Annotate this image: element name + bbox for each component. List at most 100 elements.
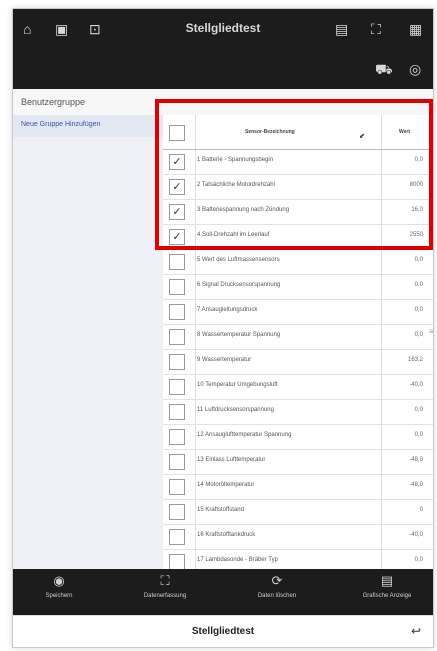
sensor-value: -40,0 xyxy=(409,382,423,388)
table-row[interactable]: ✓ 1 Batterie - Spannungsbegin 0,0 xyxy=(163,149,433,175)
sensor-value: 0,0 xyxy=(414,332,423,338)
refresh-icon: ⟳ xyxy=(271,573,283,588)
table-row[interactable]: ✓ 2 Tatsächliche Motordrehzahl 8000 xyxy=(163,174,433,200)
sensor-value: 0,0 xyxy=(414,257,423,263)
sensor-value: 0,0 xyxy=(414,407,423,413)
scroll-handle[interactable]: ≡ xyxy=(429,327,433,336)
sensor-value: 0,0 xyxy=(414,282,423,288)
table-row[interactable]: 9 Wassertemperatur 163,2 xyxy=(163,349,433,375)
sensor-name: 7 Ansaugleitungsdruck xyxy=(197,307,258,313)
bottom-action-bar: ◉ Speichern ⛶ Datenerfassung ⟳ Daten lös… xyxy=(13,569,433,615)
row-checkbox[interactable]: ✓ xyxy=(169,154,185,170)
sensor-value: 2550 xyxy=(409,232,423,238)
sensor-value: 0,0 xyxy=(414,157,423,163)
sensor-value: 0,0 xyxy=(414,432,423,438)
column-header-value[interactable]: Wert xyxy=(399,129,410,135)
sensor-value: 163,2 xyxy=(407,357,423,363)
row-checkbox[interactable] xyxy=(169,454,185,470)
row-checkbox[interactable] xyxy=(169,254,185,270)
window-title: Stellgliedtest xyxy=(185,21,261,35)
capture-icon: ⛶ xyxy=(160,573,170,588)
sensor-name: 1 Batterie - Spannungsbegin xyxy=(197,157,274,163)
sensor-name: 16 Kraftstofftankdruck xyxy=(197,532,256,538)
row-checkbox[interactable] xyxy=(169,379,185,395)
sensor-value: -40,0 xyxy=(409,532,423,538)
back-icon[interactable]: ↩ xyxy=(411,624,421,638)
sensor-value: -48,0 xyxy=(409,457,423,463)
table-row[interactable]: 10 Temperatur Umgebungsluft -40,0 xyxy=(163,374,433,400)
chevron-down-icon[interactable]: ⌄ xyxy=(415,95,423,106)
graph-view-button-label: Grafische Anzeige xyxy=(362,593,412,599)
table-row[interactable]: 8 Wassertemperatur Spannung 0,0 xyxy=(163,324,433,350)
steering-wheel-icon[interactable]: ◎ xyxy=(409,61,421,78)
sensor-name: 9 Wassertemperatur xyxy=(197,357,252,363)
table-row[interactable]: 15 Kraftstoffstand 0 xyxy=(163,499,433,525)
sensor-name: 12 Ansauglufttemperatur Spannung xyxy=(197,432,292,438)
sidebar-header[interactable]: Benutzergruppe ⌄ xyxy=(13,89,433,116)
clear-data-button[interactable]: ⟳ Daten löschen xyxy=(235,573,319,599)
chart-icon: ▤ xyxy=(380,573,394,588)
row-checkbox[interactable] xyxy=(169,279,185,295)
row-checkbox[interactable] xyxy=(169,529,185,545)
app-frame: ⌂ ▣ ⊡ Stellgliedtest ▤ ⛶ ▦ ⛟ ◎ Benutzerg… xyxy=(12,8,434,648)
save-button-label: Speichern xyxy=(45,593,73,599)
save-icon: ◉ xyxy=(53,573,65,588)
document-icon[interactable]: ▤ xyxy=(335,21,348,38)
row-checkbox[interactable]: ✓ xyxy=(169,179,185,195)
row-checkbox[interactable]: ✓ xyxy=(169,229,185,245)
sidebar-item-add-group[interactable]: Neue Gruppe Hinzufügen xyxy=(13,115,163,137)
row-checkbox[interactable] xyxy=(169,329,185,345)
row-checkbox[interactable] xyxy=(169,554,185,570)
table-row[interactable]: ✓ 3 Batteriespannung nach Zündung 16,0 xyxy=(163,199,433,225)
sensor-name: 4 Soll-Drehzahl im Leerlauf xyxy=(197,232,270,238)
sidebar-header-label: Benutzergruppe xyxy=(21,97,86,107)
sensor-table: Sensor-Bezeichnung ⬋ Wert ✓ 1 Batterie - … xyxy=(163,115,433,575)
sensor-name: 17 Lambdasonde - Bräber Typ xyxy=(197,557,278,563)
expand-icon[interactable]: ⛶ xyxy=(371,21,381,38)
graph-view-button[interactable]: ▤ Grafische Anzeige xyxy=(345,573,429,599)
sensor-name: 13 Einlass Lufttemperatur xyxy=(197,457,266,463)
row-checkbox[interactable] xyxy=(169,404,185,420)
grid-icon[interactable]: ▦ xyxy=(409,21,422,38)
table-row[interactable]: ✓ 4 Soll-Drehzahl im Leerlauf 2550 xyxy=(163,224,433,250)
sensor-value: -48,0 xyxy=(409,482,423,488)
sensor-name: 5 Wert des Luftmassensensors xyxy=(197,257,280,263)
row-checkbox[interactable] xyxy=(169,429,185,445)
capture-button[interactable]: ⛶ Datenerfassung xyxy=(123,573,207,599)
top-toolbar: ⌂ ▣ ⊡ Stellgliedtest ▤ ⛶ ▦ ⛟ ◎ xyxy=(13,9,433,89)
sensor-value: 8000 xyxy=(409,182,423,188)
sidebar-item-label: Neue Gruppe Hinzufügen xyxy=(21,121,101,128)
sensor-value: 0,0 xyxy=(414,307,423,313)
table-row[interactable]: 7 Ansaugleitungsdruck 0,0 xyxy=(163,299,433,325)
row-checkbox[interactable] xyxy=(169,504,185,520)
capture-button-label: Datenerfassung xyxy=(143,593,187,599)
sensor-value: 0 xyxy=(419,507,423,513)
car-icon[interactable]: ⛟ xyxy=(375,61,393,80)
sensor-name: 3 Batteriespannung nach Zündung xyxy=(197,207,290,213)
sensor-name: 10 Temperatur Umgebungsluft xyxy=(197,382,278,388)
sensor-name: 2 Tatsächliche Motordrehzahl xyxy=(197,182,275,188)
sort-icon[interactable]: ⬋ xyxy=(359,132,365,140)
table-row[interactable]: 11 Luftdrucksensorspannung 0,0 xyxy=(163,399,433,425)
table-row[interactable]: 13 Einlass Lufttemperatur -48,0 xyxy=(163,449,433,475)
sensor-name: 6 Signal Drucksensorspannung xyxy=(197,282,281,288)
row-checkbox[interactable] xyxy=(169,479,185,495)
table-row[interactable]: 14 Motoröltemperatur -48,0 xyxy=(163,474,433,500)
table-row[interactable]: 5 Wert des Luftmassensensors 0,0 xyxy=(163,249,433,275)
sidebar: Benutzergruppe ⌄ Neue Gruppe Hinzufügen xyxy=(13,89,433,569)
save-button[interactable]: ◉ Speichern xyxy=(17,573,101,599)
row-checkbox[interactable]: ✓ xyxy=(169,204,185,220)
table-row[interactable]: 12 Ansauglufttemperatur Spannung 0,0 xyxy=(163,424,433,450)
row-checkbox[interactable] xyxy=(169,354,185,370)
row-checkbox[interactable] xyxy=(169,304,185,320)
table-row[interactable]: 6 Signal Drucksensorspannung 0,0 xyxy=(163,274,433,300)
footer-bar: Stellgliedtest ↩ xyxy=(13,615,433,647)
select-all-checkbox[interactable] xyxy=(169,125,185,141)
footer-title: Stellgliedtest xyxy=(191,626,255,637)
sensor-name: 8 Wassertemperatur Spannung xyxy=(197,332,281,338)
column-header-name[interactable]: Sensor-Bezeichnung xyxy=(245,129,295,135)
sensor-name: 14 Motoröltemperatur xyxy=(197,482,255,488)
table-header: Sensor-Bezeichnung ⬋ Wert xyxy=(163,115,433,150)
sensor-value: 16,0 xyxy=(411,207,423,213)
table-row[interactable]: 16 Kraftstofftankdruck -40,0 xyxy=(163,524,433,550)
